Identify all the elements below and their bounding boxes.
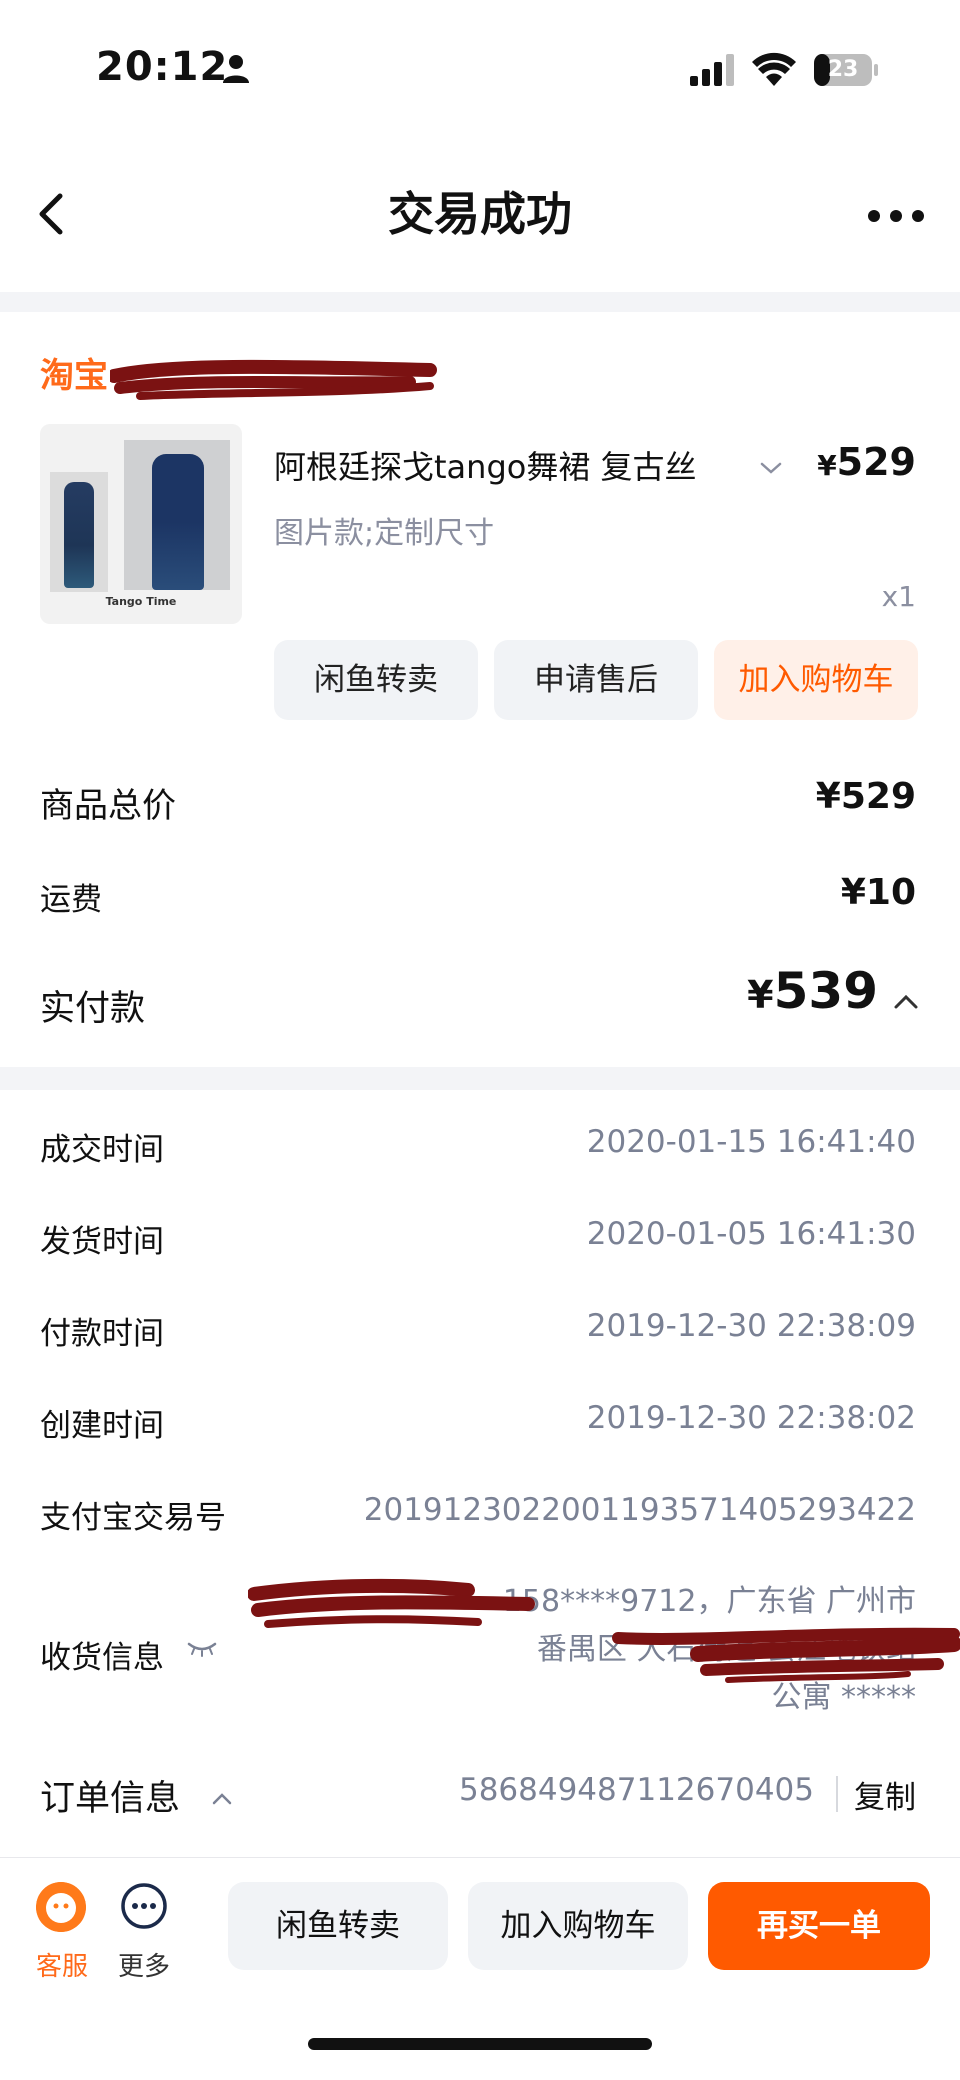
order-item-card: 淘宝 Tango Time 阿根廷探戈tango舞裙 复古丝 ¥529 图片款;…: [0, 312, 960, 1067]
redaction-mark: [110, 359, 437, 400]
address-label: 收货信息: [40, 1640, 164, 1676]
product-spec: 图片款;定制尺寸: [274, 516, 495, 551]
after-sale-button[interactable]: 申请售后: [494, 640, 698, 720]
customer-service-label[interactable]: 客服: [36, 1946, 88, 1983]
divider: [836, 1776, 838, 1812]
order-info-card: 成交时间 2020-01-15 16:41:40 发货时间 2020-01-05…: [0, 1090, 960, 1857]
more-icon[interactable]: [120, 1882, 168, 1930]
product-title[interactable]: 阿根廷探戈tango舞裙 复古丝: [274, 442, 744, 488]
alipay-trade-value: 2019123022001193571405293422: [363, 1492, 916, 1528]
add-to-cart-bottom-button[interactable]: 加入购物车: [468, 1882, 688, 1970]
more-label[interactable]: 更多: [118, 1946, 170, 1983]
chevron-down-icon[interactable]: [758, 458, 784, 478]
xianyu-resell-button[interactable]: 闲鱼转卖: [274, 640, 478, 720]
customer-service-icon[interactable]: [36, 1882, 86, 1932]
dress-image-back: [64, 482, 94, 588]
bottom-action-bar: 客服 更多 闲鱼转卖 加入购物车 再买一单: [0, 1857, 960, 2080]
battery-level: 23: [827, 57, 859, 82]
person-icon: [223, 55, 249, 83]
alipay-trade-label: 支付宝交易号: [40, 1500, 226, 1536]
ship-time-value: 2020-01-05 16:41:30: [586, 1216, 916, 1252]
buy-again-button[interactable]: 再买一单: [708, 1882, 930, 1970]
thumbnail-caption: Tango Time: [105, 595, 177, 608]
copy-button[interactable]: 复制: [854, 1772, 916, 1817]
order-info-label[interactable]: 订单信息: [40, 1770, 180, 1821]
currency-symbol: ¥: [817, 449, 837, 482]
pay-time-label: 付款时间: [40, 1316, 164, 1352]
redaction-mark: [248, 1578, 960, 1683]
shop-name[interactable]: 淘宝: [40, 348, 108, 397]
eye-closed-icon[interactable]: [186, 1640, 218, 1658]
ship-time-label: 发货时间: [40, 1224, 164, 1260]
order-number: 586849487112670405: [458, 1772, 814, 1808]
product-price-value: 529: [836, 440, 916, 484]
page-title: 交易成功: [388, 187, 572, 241]
status-bar: 20:12 23: [0, 0, 960, 120]
create-time-label: 创建时间: [40, 1408, 164, 1444]
status-time: 20:12: [96, 44, 229, 90]
dress-image-front: [152, 454, 204, 590]
paid-label: 实付款: [40, 989, 146, 1029]
signal-icon: [690, 54, 734, 86]
product-price: ¥529: [817, 440, 916, 484]
shipping-label: 运费: [40, 882, 102, 918]
shipping-value: ¥10: [840, 872, 916, 913]
paid-value[interactable]: ¥539: [747, 962, 878, 1020]
navbar: 交易成功: [0, 120, 960, 292]
xianyu-resell-bottom-button[interactable]: 闲鱼转卖: [228, 1882, 448, 1970]
pay-time-value: 2019-12-30 22:38:09: [586, 1308, 916, 1344]
deal-time-label: 成交时间: [40, 1132, 164, 1168]
add-to-cart-button[interactable]: 加入购物车: [714, 640, 918, 720]
product-quantity: x1: [881, 580, 916, 613]
chevron-up-icon[interactable]: [210, 1790, 234, 1808]
chevron-up-icon[interactable]: [892, 992, 920, 1012]
currency-symbol: ¥: [747, 973, 774, 1017]
goods-total-label: 商品总价: [40, 786, 176, 826]
deal-time-value: 2020-01-15 16:41:40: [586, 1124, 916, 1160]
product-thumbnail[interactable]: Tango Time: [40, 424, 242, 624]
goods-total-value: ¥529: [815, 776, 916, 817]
create-time-value: 2019-12-30 22:38:02: [586, 1400, 916, 1436]
battery-icon: 23: [814, 54, 878, 86]
home-indicator[interactable]: [308, 2038, 652, 2050]
wifi-icon: [752, 52, 796, 86]
paid-amount: 539: [773, 962, 878, 1020]
more-options-icon[interactable]: [866, 208, 926, 224]
